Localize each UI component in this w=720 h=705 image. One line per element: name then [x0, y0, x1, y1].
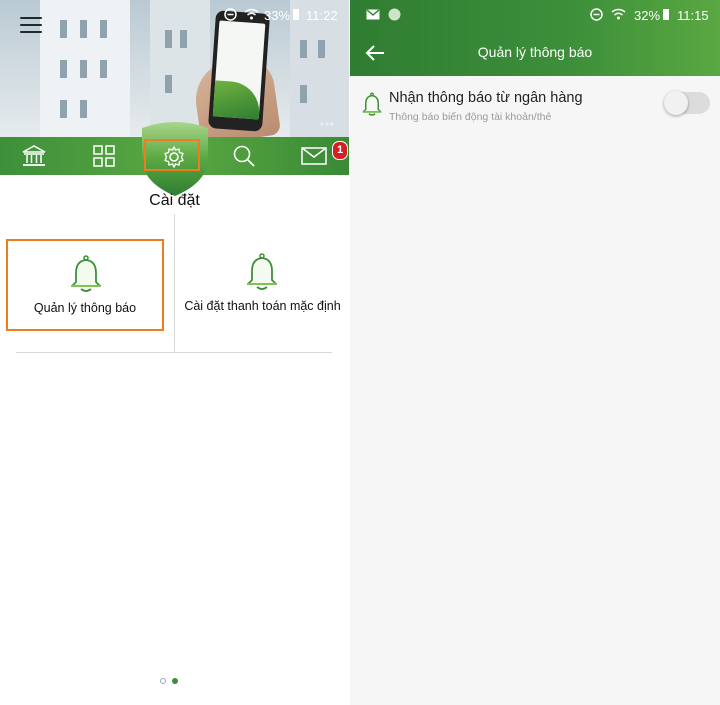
app-notification-icon	[388, 8, 401, 21]
bank-icon[interactable]	[21, 143, 47, 169]
divider	[16, 352, 332, 353]
setting-subtitle: Thông báo biến động tài khoản/thẻ	[389, 111, 552, 123]
page-title: Cài đặt	[149, 192, 200, 209]
left-screen: 33% 11:22 °°° 1 Cài đặt Quản lý thông bá…	[0, 0, 349, 705]
default-payment-settings-tile[interactable]: Cài đặt thanh toán mặc định	[176, 239, 349, 331]
page-title: Quản lý thông báo	[477, 44, 593, 60]
battery-icon	[293, 9, 299, 20]
mail-badge: 1	[332, 141, 348, 160]
dnd-icon	[590, 8, 603, 21]
bell-icon	[362, 92, 382, 116]
divider	[174, 214, 175, 352]
page-indicator-dot-active[interactable]	[172, 678, 178, 684]
battery-icon	[663, 9, 669, 20]
bell-icon	[71, 255, 101, 292]
status-bar: 33% 11:22	[0, 0, 349, 30]
more-options[interactable]: °°°	[320, 122, 335, 133]
wifi-icon	[244, 8, 259, 20]
setting-title: Nhận thông báo từ ngân hàng	[389, 90, 583, 106]
toggle-knob	[664, 91, 688, 115]
menu-icon[interactable]	[20, 17, 42, 35]
settings-highlight-box	[144, 139, 200, 171]
gmail-icon	[366, 9, 380, 20]
status-bar: 32% 11:15	[350, 0, 720, 30]
right-screen: 32% 11:15 Quản lý thông báo Nhận thông b…	[350, 0, 720, 705]
mail-icon[interactable]	[301, 143, 327, 169]
tile-label: Quản lý thông báo	[33, 301, 137, 315]
status-time: 11:15	[677, 8, 709, 23]
dnd-icon	[224, 8, 237, 21]
battery-percent: 32%	[634, 8, 661, 23]
tile-label: Cài đặt thanh toán mặc định	[184, 299, 341, 313]
bell-icon	[247, 253, 277, 290]
status-time: 11:22	[306, 8, 338, 23]
grid-icon[interactable]	[91, 143, 117, 169]
bank-notification-setting-row[interactable]: Nhận thông báo từ ngân hàng Thông báo bi…	[350, 76, 720, 132]
notification-management-tile[interactable]: Quản lý thông báo	[6, 239, 164, 331]
wifi-icon	[611, 8, 626, 20]
app-bar: Quản lý thông báo	[350, 30, 720, 76]
notification-toggle[interactable]	[664, 91, 710, 115]
battery-percent: 33%	[264, 8, 291, 23]
page-indicator-dot[interactable]	[160, 678, 166, 684]
search-icon[interactable]	[231, 143, 257, 169]
